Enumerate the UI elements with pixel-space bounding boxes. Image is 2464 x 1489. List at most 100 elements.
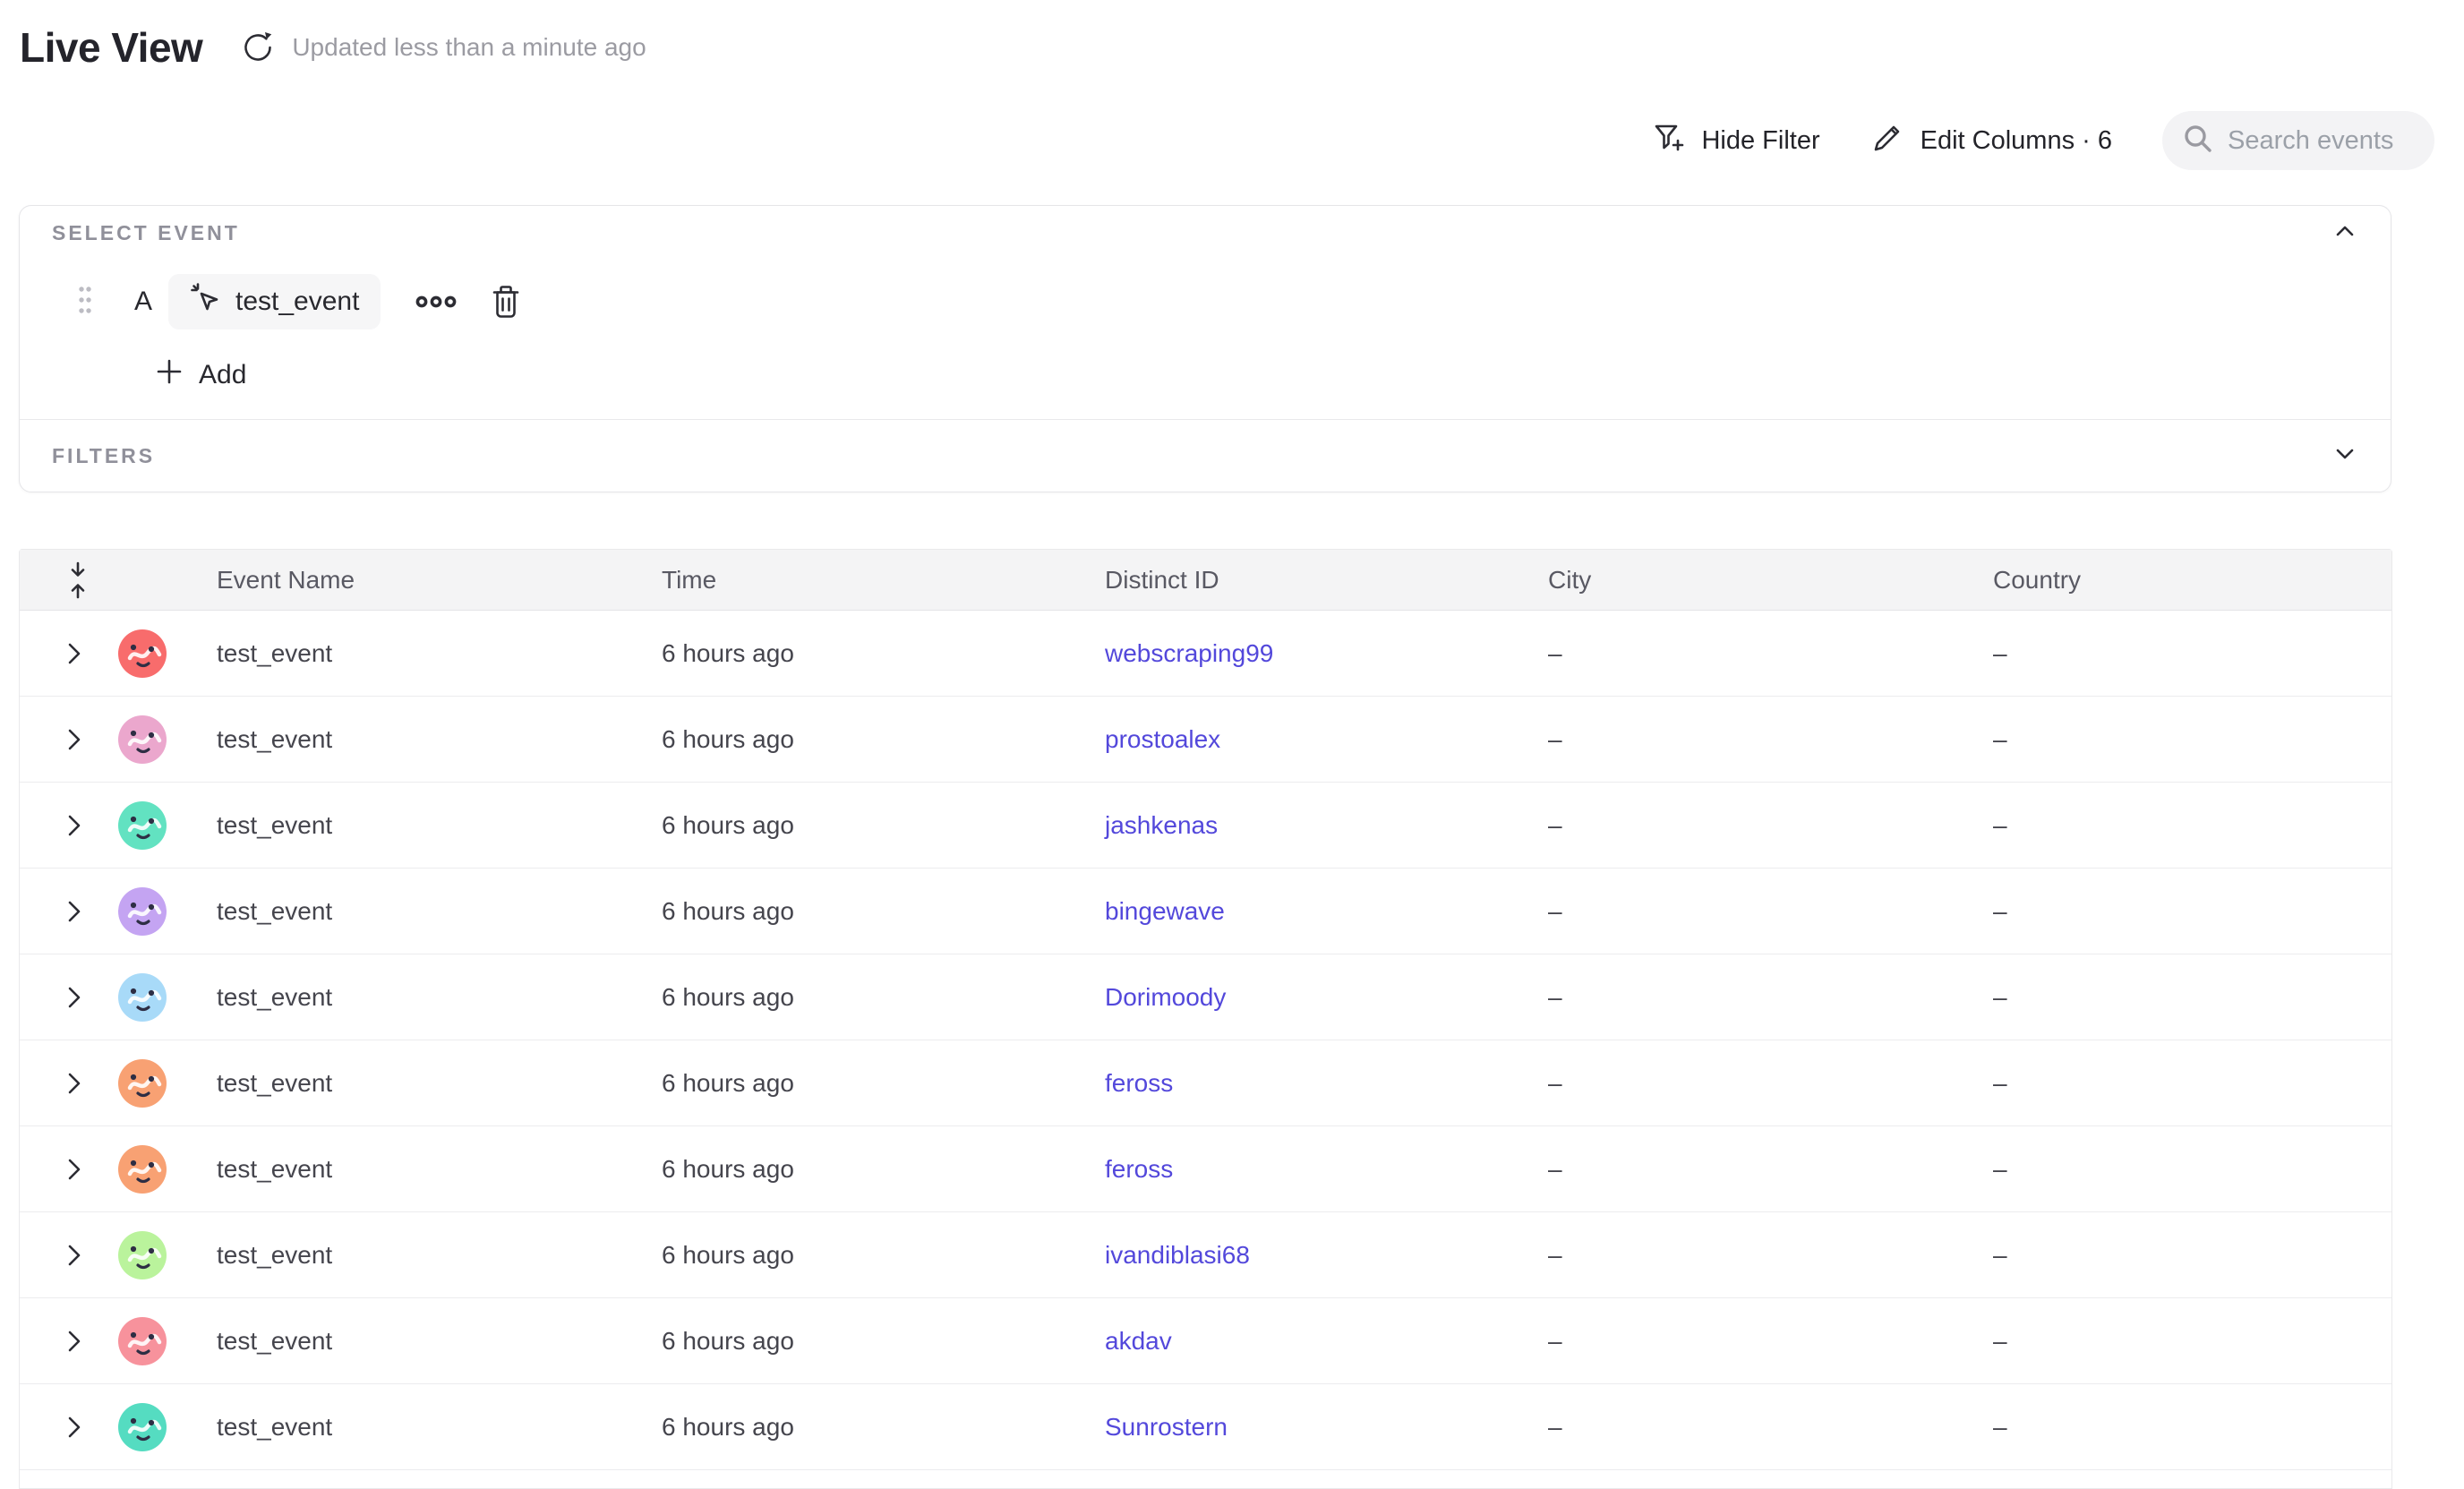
user-avatar — [118, 1317, 167, 1365]
distinct-id-link[interactable]: jashkenas — [1105, 811, 1218, 839]
expand-row-chevron-icon[interactable] — [66, 899, 82, 924]
time-cell: 6 hours ago — [662, 1241, 1105, 1270]
expand-row-chevron-icon[interactable] — [66, 1415, 82, 1440]
column-header-event-name: Event Name — [217, 566, 662, 595]
country-cell: – — [1993, 1155, 2391, 1184]
add-event-button[interactable]: Add — [154, 356, 246, 394]
drag-handle-icon[interactable] — [77, 284, 93, 321]
table-row[interactable]: test_event 6 hours ago jashkenas – – — [20, 783, 2391, 869]
distinct-id-link[interactable]: bingewave — [1105, 897, 1225, 925]
search-box[interactable] — [2162, 111, 2434, 170]
expand-row-chevron-icon[interactable] — [66, 641, 82, 666]
city-cell: – — [1548, 1069, 1993, 1098]
country-cell: – — [1993, 811, 2391, 840]
time-cell: 6 hours ago — [662, 1069, 1105, 1098]
city-cell: – — [1548, 983, 1993, 1012]
filter-plus-icon — [1651, 119, 1687, 162]
page-title: Live View — [20, 23, 202, 72]
table-row-partial — [20, 1470, 2391, 1488]
distinct-id-link[interactable]: feross — [1105, 1155, 1173, 1183]
country-cell: – — [1993, 1069, 2391, 1098]
hide-filter-button[interactable]: Hide Filter — [1651, 119, 1819, 162]
city-cell: – — [1548, 1155, 1993, 1184]
time-cell: 6 hours ago — [662, 639, 1105, 668]
distinct-id-link[interactable]: feross — [1105, 1069, 1173, 1097]
city-cell: – — [1548, 1327, 1993, 1356]
collapse-rows-icon[interactable] — [66, 561, 90, 600]
page-header: Live View Updated less than a minute ago — [20, 23, 646, 72]
expand-row-chevron-icon[interactable] — [66, 1071, 82, 1096]
pencil-icon — [1870, 119, 1906, 162]
more-options-icon[interactable] — [415, 294, 458, 310]
table-row[interactable]: test_event 6 hours ago Sunrostern – – — [20, 1384, 2391, 1470]
event-name-cell: test_event — [217, 897, 662, 926]
column-header-time: Time — [662, 566, 1105, 595]
table-row[interactable]: test_event 6 hours ago feross – – — [20, 1040, 2391, 1126]
event-name-cell: test_event — [217, 1241, 662, 1270]
chevron-down-icon[interactable] — [2331, 445, 2358, 467]
delete-icon[interactable] — [490, 284, 522, 320]
expand-row-chevron-icon[interactable] — [66, 1329, 82, 1354]
country-cell: – — [1993, 1241, 2391, 1270]
search-input[interactable] — [2228, 126, 2416, 156]
select-event-header[interactable]: SELECT EVENT — [20, 206, 2391, 260]
distinct-id-link[interactable]: webscraping99 — [1105, 639, 1273, 667]
time-cell: 6 hours ago — [662, 1327, 1105, 1356]
search-icon — [2182, 123, 2214, 159]
column-header-distinct-id: Distinct ID — [1105, 566, 1548, 595]
country-cell: – — [1993, 1413, 2391, 1442]
event-query-row: A test_event — [77, 274, 2391, 329]
select-event-label: SELECT EVENT — [52, 221, 240, 245]
distinct-id-link[interactable]: Dorimoody — [1105, 983, 1226, 1011]
time-cell: 6 hours ago — [662, 897, 1105, 926]
updated-status: Updated less than a minute ago — [292, 33, 646, 62]
time-cell: 6 hours ago — [662, 983, 1105, 1012]
user-avatar — [118, 629, 167, 678]
event-name-cell: test_event — [217, 639, 662, 668]
table-row[interactable]: test_event 6 hours ago prostoalex – – — [20, 697, 2391, 783]
time-cell: 6 hours ago — [662, 811, 1105, 840]
city-cell: – — [1548, 725, 1993, 754]
table-row[interactable]: test_event 6 hours ago Dorimoody – – — [20, 954, 2391, 1040]
expand-row-chevron-icon[interactable] — [66, 985, 82, 1010]
expand-row-chevron-icon[interactable] — [66, 1243, 82, 1268]
expand-row-chevron-icon[interactable] — [66, 727, 82, 752]
event-selector-chip[interactable]: test_event — [168, 274, 381, 329]
table-row[interactable]: test_event 6 hours ago feross – – — [20, 1126, 2391, 1212]
table-row[interactable]: test_event 6 hours ago bingewave – – — [20, 869, 2391, 954]
time-cell: 6 hours ago — [662, 1413, 1105, 1442]
distinct-id-link[interactable]: akdav — [1105, 1327, 1172, 1355]
table-row[interactable]: test_event 6 hours ago ivandiblasi68 – – — [20, 1212, 2391, 1298]
event-name-cell: test_event — [217, 1413, 662, 1442]
table-row[interactable]: test_event 6 hours ago akdav – – — [20, 1298, 2391, 1384]
edit-columns-button[interactable]: Edit Columns · 6 — [1870, 119, 2112, 162]
city-cell: – — [1548, 897, 1993, 926]
table-row[interactable]: test_event 6 hours ago webscraping99 – – — [20, 611, 2391, 697]
user-avatar — [118, 1145, 167, 1194]
user-avatar — [118, 1403, 167, 1451]
event-row-letter: A — [134, 287, 152, 317]
user-avatar — [118, 973, 167, 1022]
expand-row-chevron-icon[interactable] — [66, 1157, 82, 1182]
event-name-cell: test_event — [217, 725, 662, 754]
event-name-cell: test_event — [217, 811, 662, 840]
refresh-icon[interactable] — [238, 28, 278, 67]
filters-label: FILTERS — [52, 444, 155, 468]
country-cell: – — [1993, 983, 2391, 1012]
event-name-cell: test_event — [217, 983, 662, 1012]
add-button-label: Add — [199, 360, 246, 390]
edit-columns-label: Edit Columns · 6 — [1921, 126, 2112, 156]
query-builder-panel: SELECT EVENT A test_event — [19, 205, 2391, 492]
filters-header[interactable]: FILTERS — [20, 420, 2391, 492]
event-name-cell: test_event — [217, 1069, 662, 1098]
distinct-id-link[interactable]: ivandiblasi68 — [1105, 1241, 1250, 1269]
table-body: test_event 6 hours ago webscraping99 – –… — [20, 611, 2391, 1488]
distinct-id-link[interactable]: Sunrostern — [1105, 1413, 1228, 1441]
chevron-up-icon[interactable] — [2331, 222, 2358, 244]
user-avatar — [118, 1059, 167, 1108]
expand-row-chevron-icon[interactable] — [66, 813, 82, 838]
distinct-id-link[interactable]: prostoalex — [1105, 725, 1220, 753]
country-cell: – — [1993, 725, 2391, 754]
user-avatar — [118, 1231, 167, 1279]
city-cell: – — [1548, 1413, 1993, 1442]
